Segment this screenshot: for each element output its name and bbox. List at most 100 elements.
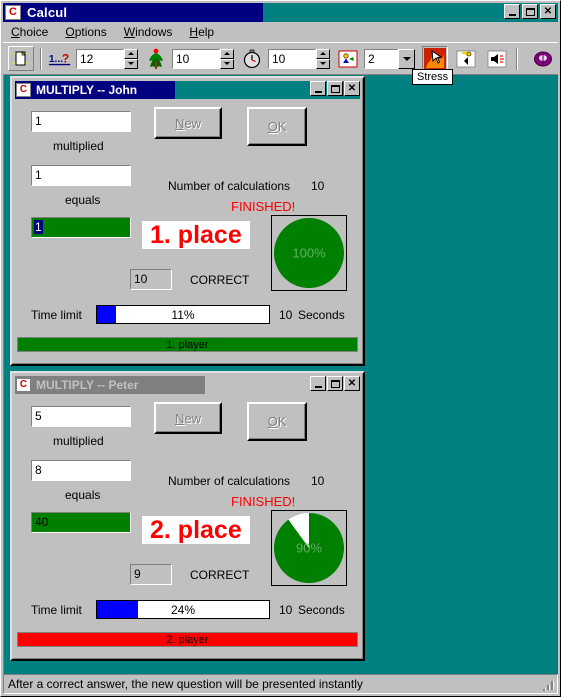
menu-windows-label: indows — [135, 25, 173, 39]
player-1-title: MULTIPLY -- John — [36, 83, 138, 97]
players-value[interactable]: 2 — [364, 48, 398, 69]
player-2-seconds-label: Seconds — [298, 603, 345, 617]
timer-value[interactable]: 10 — [268, 48, 316, 69]
player-1-pie-chart: 100% — [271, 215, 347, 291]
player-1-ok-button[interactable]: OK — [247, 107, 307, 146]
difficulty-spinner[interactable]: 10 — [172, 48, 234, 69]
player-1-status-text: 1. player — [166, 338, 209, 351]
player-1-maximize-button[interactable] — [327, 81, 343, 96]
maximize-button[interactable] — [522, 4, 538, 19]
menu-help[interactable]: Help — [189, 25, 214, 39]
player-1-timelimit-label: Time limit — [31, 308, 82, 322]
player-window-2[interactable]: C MULTIPLY -- Peter ✕ 5 multiplied 8 equ… — [10, 371, 365, 661]
player-2-timelimit-label: Time limit — [31, 603, 82, 617]
player-1-correct-label: CORRECT — [190, 273, 250, 287]
questions-spin-buttons[interactable] — [124, 48, 138, 69]
toolbar: 1... ? 12 10 10 2 — [3, 42, 558, 74]
status-bar: After a correct answer, the new question… — [3, 674, 558, 694]
traffic-light-icon[interactable] — [143, 46, 169, 71]
player-1-answer-value: 1 — [34, 220, 43, 234]
speaker-mute-icon[interactable] — [484, 46, 510, 71]
timer-spin-up[interactable] — [316, 48, 330, 59]
player-1-minimize-button[interactable] — [310, 81, 326, 96]
player-2-pie-chart: 90% — [271, 510, 347, 586]
player-1-calculations-label: Number of calculations — [168, 179, 291, 193]
window-controls: ✕ — [504, 4, 556, 19]
questions-spin-up[interactable] — [124, 48, 138, 59]
player-2-maximize-button[interactable] — [327, 376, 343, 391]
questions-spinner[interactable]: 12 — [76, 48, 138, 69]
player-2-operand2-input[interactable]: 8 — [31, 460, 131, 481]
menubar: Choice Options Windows Help — [3, 23, 558, 41]
player-2-pie-label: 90% — [295, 540, 323, 556]
minimize-button[interactable] — [504, 4, 520, 19]
menu-options[interactable]: Options — [65, 25, 106, 39]
stress-tooltip: Stress — [412, 69, 454, 85]
stress-icon[interactable] — [422, 46, 448, 71]
player-2-answer-input[interactable]: 40 — [31, 512, 131, 533]
timer-spin-down[interactable] — [316, 58, 330, 69]
player-2-finished-label: FINISHED! — [231, 494, 296, 509]
calcul-app-icon[interactable]: C — [5, 5, 21, 20]
difficulty-spin-buttons[interactable] — [220, 48, 234, 69]
difficulty-spin-down[interactable] — [220, 58, 234, 69]
menu-help-label: elp — [198, 25, 215, 39]
player-1-timelimit-text: 11% — [171, 307, 195, 322]
player-1-pie-label: 100% — [292, 245, 326, 261]
player-2-ok-button[interactable]: OK — [247, 402, 307, 441]
players-dropdown-arrow[interactable] — [398, 48, 415, 69]
difficulty-value[interactable]: 10 — [172, 48, 220, 69]
player-2-calculations-label: Number of calculations — [168, 474, 291, 488]
player-2-timelimit-bar: 24% — [96, 600, 270, 619]
player-1-answer-input[interactable]: 1 — [31, 217, 131, 238]
player-2-place-badge: 2. place — [142, 516, 250, 545]
difficulty-spin-up[interactable] — [220, 48, 234, 59]
player-2-close-button[interactable]: ✕ — [344, 376, 360, 391]
player-2-correct-label: CORRECT — [190, 568, 250, 582]
player-2-titlebar[interactable]: C MULTIPLY -- Peter ✕ — [15, 376, 360, 394]
resize-grip[interactable] — [543, 679, 555, 691]
timer-spin-buttons[interactable] — [316, 48, 330, 69]
menu-windows[interactable]: Windows — [124, 25, 173, 39]
new-document-icon[interactable] — [8, 46, 34, 71]
player-2-equals-label: equals — [65, 488, 101, 502]
player-2-window-controls: ✕ — [310, 376, 360, 391]
svg-text:?: ? — [62, 51, 69, 65]
player-2-operand1-input[interactable]: 5 — [31, 406, 131, 427]
menu-options-label: ptions — [74, 25, 107, 39]
player-2-minimize-button[interactable] — [310, 376, 326, 391]
player-2-calculations-count: 10 — [311, 474, 325, 488]
player-2-timelimit-text: 24% — [170, 602, 196, 617]
player-2-window-icon[interactable]: C — [16, 378, 31, 392]
question-number-icon[interactable]: 1... ? — [47, 46, 73, 71]
close-button[interactable]: ✕ — [540, 4, 556, 19]
player-1-operand1-input[interactable]: 1 — [31, 111, 131, 132]
player-1-seconds-value: 10 — [279, 308, 293, 322]
timer-spinner[interactable]: 10 — [268, 48, 330, 69]
players-dropdown[interactable]: 2 — [364, 48, 415, 69]
player-1-operand2-input[interactable]: 1 — [31, 165, 131, 186]
player-window-1[interactable]: C MULTIPLY -- John ✕ 1 multiplied 1 equa… — [10, 76, 365, 366]
player-1-window-controls: ✕ — [310, 81, 360, 96]
status-bar-text: After a correct answer, the new question… — [8, 677, 363, 691]
sound-icon[interactable] — [453, 46, 479, 71]
mdi-client-area: C MULTIPLY -- John ✕ 1 multiplied 1 equa… — [3, 74, 558, 675]
player-1-titlebar[interactable]: C MULTIPLY -- John ✕ — [15, 81, 360, 99]
player-1-calculations-count: 10 — [311, 179, 325, 193]
questions-value[interactable]: 12 — [76, 48, 124, 69]
player-1-multiplied-label: multiplied — [53, 139, 104, 153]
player-1-seconds-label: Seconds — [298, 308, 345, 322]
questions-spin-down[interactable] — [124, 58, 138, 69]
player-1-close-button[interactable]: ✕ — [344, 81, 360, 96]
stopwatch-icon[interactable] — [239, 46, 265, 71]
player-2-new-button[interactable]: New — [154, 402, 222, 434]
player-1-new-button[interactable]: New — [154, 107, 222, 139]
help-book-icon[interactable] — [530, 46, 556, 71]
menu-choice[interactable]: Choice — [11, 25, 48, 39]
toolbar-separator-2 — [516, 47, 518, 70]
player-2-multiplied-label: multiplied — [53, 434, 104, 448]
players-icon[interactable] — [335, 46, 361, 71]
player-1-correct-count: 10 — [130, 269, 172, 290]
player-2-seconds-value: 10 — [279, 603, 293, 617]
player-1-window-icon[interactable]: C — [16, 83, 31, 97]
